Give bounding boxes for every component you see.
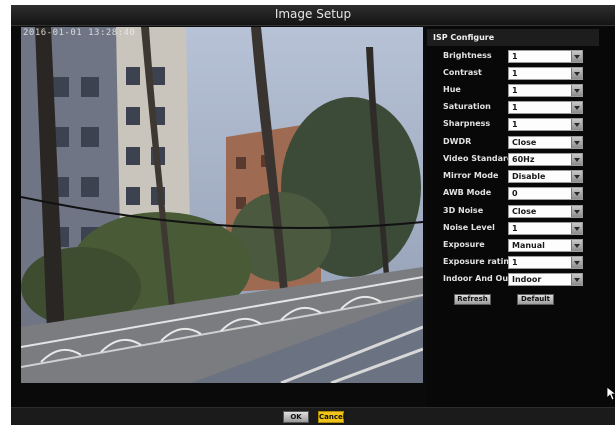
select-value: Disable (512, 172, 546, 181)
select-value: 1 (512, 86, 518, 95)
mouse-pointer-icon (607, 387, 615, 401)
select-value: 1 (512, 103, 518, 112)
setting-label: Sharpness (443, 119, 491, 128)
chevron-down-icon[interactable] (571, 206, 582, 217)
setting-label: DWDR (443, 137, 472, 146)
setting-row-exposure-rating: Exposure rating 1 (427, 255, 615, 272)
contrast-select[interactable]: 1 (508, 67, 583, 80)
setting-label: Brightness (443, 51, 492, 60)
mirror-mode-select[interactable]: Disable (508, 170, 583, 183)
ok-button[interactable]: OK (283, 411, 309, 423)
awb-mode-select[interactable]: 0 (508, 187, 583, 200)
chevron-down-icon[interactable] (571, 137, 582, 148)
window-title: Image Setup (274, 7, 352, 21)
setting-row-contrast: Contrast 1 (427, 66, 615, 83)
select-value: 1 (512, 120, 518, 129)
camera-preview: 2016-01-01 13:28:40 (21, 27, 423, 383)
select-value: Manual (512, 241, 545, 250)
setting-label: Noise Level (443, 223, 495, 232)
setting-label: Contrast (443, 68, 482, 77)
select-value: 0 (512, 189, 518, 198)
setting-row-sharpness: Sharpness 1 (427, 117, 615, 134)
setting-row-3d-noise: 3D Noise Close (427, 204, 615, 221)
select-value: 1 (512, 69, 518, 78)
chevron-down-icon[interactable] (571, 154, 582, 165)
chevron-down-icon[interactable] (571, 188, 582, 199)
chevron-down-icon[interactable] (571, 51, 582, 62)
setting-label: Saturation (443, 102, 491, 111)
chevron-down-icon[interactable] (571, 102, 582, 113)
isp-configure-panel: ISP Configure Brightness 1 Contrast 1 Hu… (427, 27, 615, 409)
select-value: 1 (512, 258, 518, 267)
setting-row-noise-level: Noise Level 1 (427, 221, 615, 238)
bottom-bar: OK Cancel (11, 407, 615, 425)
video-standard-select[interactable]: 60Hz (508, 153, 583, 166)
setting-row-video-standard: Video Standard 60Hz (427, 152, 615, 169)
select-value: 1 (512, 52, 518, 61)
hue-select[interactable]: 1 (508, 84, 583, 97)
setting-row-hue: Hue 1 (427, 83, 615, 100)
setting-row-saturation: Saturation 1 (427, 100, 615, 117)
setting-row-brightness: Brightness 1 (427, 49, 615, 66)
dwdr-select[interactable]: Close (508, 136, 583, 149)
brightness-select[interactable]: 1 (508, 50, 583, 63)
refresh-button[interactable]: Refresh (454, 294, 491, 305)
chevron-down-icon[interactable] (571, 240, 582, 251)
sharpness-select[interactable]: 1 (508, 118, 583, 131)
timestamp-overlay: 2016-01-01 13:28:40 (23, 28, 136, 38)
panel-heading: ISP Configure (427, 29, 599, 46)
setting-label: Video Standard (443, 154, 513, 163)
chevron-down-icon[interactable] (571, 274, 582, 285)
setting-label: AWB Mode (443, 188, 492, 197)
chevron-down-icon[interactable] (571, 171, 582, 182)
default-button[interactable]: Default (517, 294, 554, 305)
cancel-button[interactable]: Cancel (318, 411, 345, 423)
setting-row-indoor-outdoor: Indoor And Outdoor Indoor (427, 272, 615, 289)
select-value: Indoor (512, 275, 542, 284)
setting-row-exposure: Exposure Manual (427, 238, 615, 255)
select-value: Close (512, 138, 537, 147)
setting-label: 3D Noise (443, 206, 484, 215)
chevron-down-icon[interactable] (571, 223, 582, 234)
exposure-select[interactable]: Manual (508, 239, 583, 252)
setting-row-mirror-mode: Mirror Mode Disable (427, 169, 615, 186)
camera-scene (21, 27, 423, 383)
setting-row-awb-mode: AWB Mode 0 (427, 186, 615, 203)
chevron-down-icon[interactable] (571, 257, 582, 268)
select-value: Close (512, 207, 537, 216)
chevron-down-icon[interactable] (571, 85, 582, 96)
image-setup-window: Image Setup 2016-01-01 13:28:40 ISP Conf… (11, 5, 615, 425)
chevron-down-icon[interactable] (571, 119, 582, 130)
exposure-rating-select[interactable]: 1 (508, 256, 583, 269)
title-bar: Image Setup (11, 5, 615, 26)
setting-label: Exposure (443, 240, 485, 249)
select-value: 1 (512, 224, 518, 233)
setting-row-dwdr: DWDR Close (427, 135, 615, 152)
select-value: 60Hz (512, 155, 535, 164)
chevron-down-icon[interactable] (571, 68, 582, 79)
indoor-outdoor-select[interactable]: Indoor (508, 273, 583, 286)
setting-label: Hue (443, 85, 461, 94)
saturation-select[interactable]: 1 (508, 101, 583, 114)
3d-noise-select[interactable]: Close (508, 205, 583, 218)
noise-level-select[interactable]: 1 (508, 222, 583, 235)
setting-label: Exposure rating (443, 257, 515, 266)
setting-label: Mirror Mode (443, 171, 499, 180)
